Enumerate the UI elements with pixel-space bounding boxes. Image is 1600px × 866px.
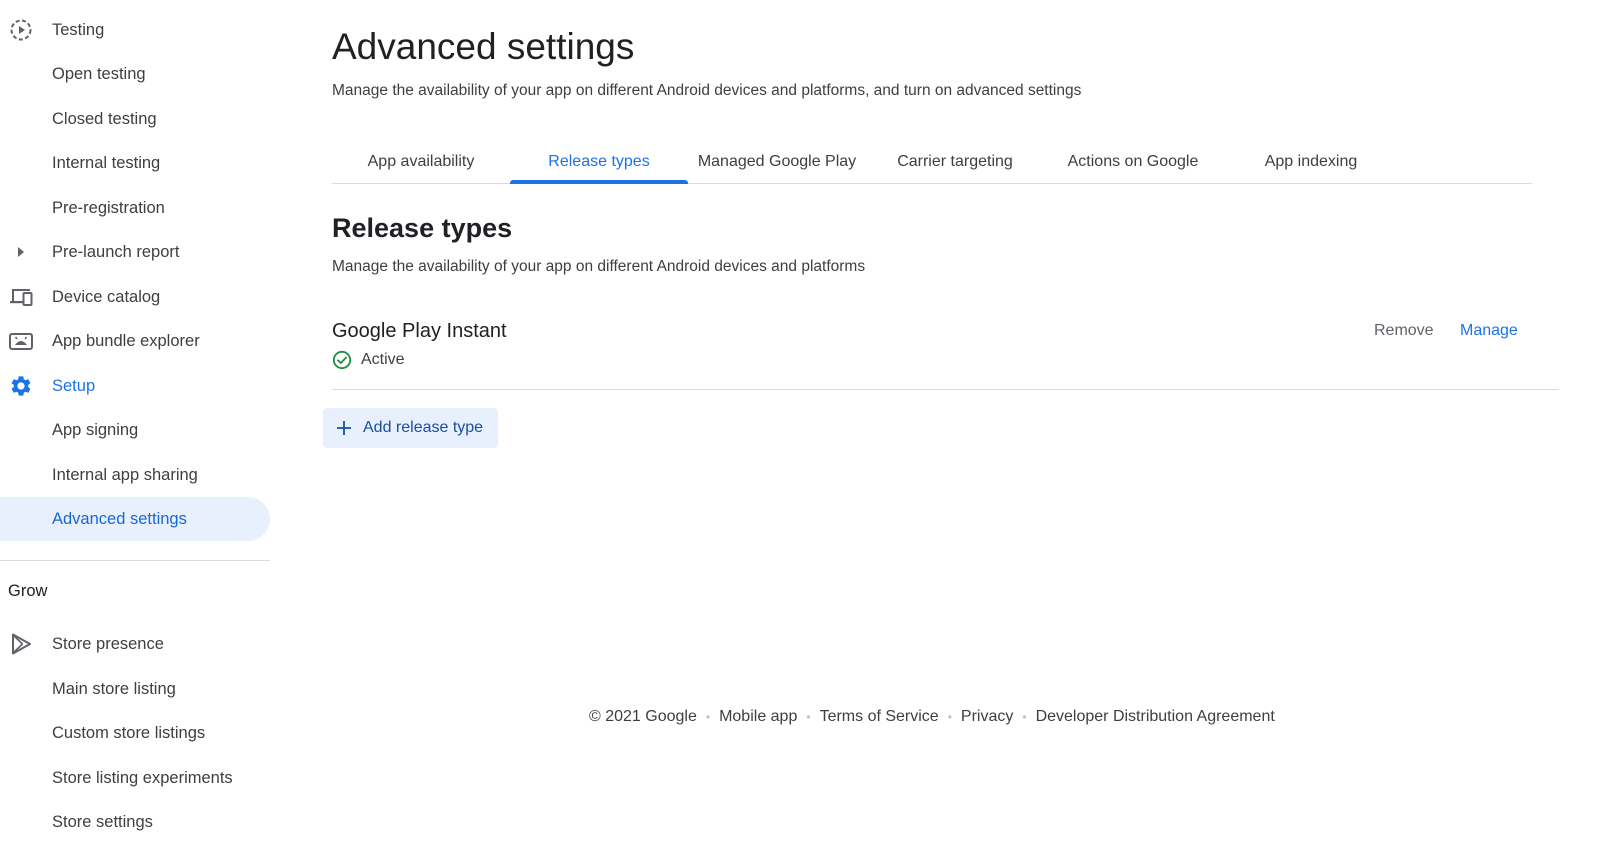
sidebar-item-pre-registration[interactable]: Pre-registration [0, 186, 270, 230]
check-circle-icon [332, 350, 352, 370]
footer: © 2021 Google • Mobile app • Terms of Se… [589, 708, 1275, 726]
sidebar-item-internal-app-sharing[interactable]: Internal app sharing [0, 453, 270, 497]
sidebar-item-app-bundle-explorer[interactable]: App bundle explorer [0, 319, 270, 363]
testing-play-icon [7, 18, 35, 42]
page-description: Manage the availability of your app on d… [332, 82, 1082, 99]
footer-link-terms-of-service[interactable]: Terms of Service [820, 708, 939, 726]
status-badge: Active [332, 350, 405, 370]
sidebar-divider [0, 560, 270, 561]
sidebar-item-store-settings[interactable]: Store settings [0, 800, 270, 844]
tab-app-indexing[interactable]: App indexing [1222, 140, 1400, 183]
tab-carrier-targeting[interactable]: Carrier targeting [866, 140, 1044, 183]
sidebar-item-internal-testing[interactable]: Internal testing [0, 141, 270, 185]
sidebar-item-setup[interactable]: Setup [0, 364, 270, 408]
tab-bar: App availability Release types Managed G… [332, 140, 1532, 184]
section-description: Manage the availability of your app on d… [332, 258, 866, 275]
sidebar-item-label: Setup [52, 377, 96, 395]
sidebar-item-closed-testing[interactable]: Closed testing [0, 97, 270, 141]
manage-button[interactable]: Manage [1460, 321, 1518, 341]
footer-separator: • [806, 710, 811, 724]
main-content: Advanced settings Manage the availabilit… [323, 0, 1562, 866]
play-store-icon [7, 632, 35, 656]
sidebar-section-grow: Grow [8, 582, 48, 600]
sidebar-item-testing[interactable]: Testing [0, 8, 270, 52]
sidebar-item-app-signing[interactable]: App signing [0, 408, 270, 452]
sidebar-item-store-listing-experiments[interactable]: Store listing experiments [0, 756, 270, 800]
sidebar-item-label: Store settings [52, 813, 153, 831]
sidebar-item-store-presence[interactable]: Store presence [0, 622, 270, 666]
add-release-type-button[interactable]: Add release type [323, 408, 498, 448]
gear-icon [7, 374, 35, 398]
add-release-type-label: Add release type [363, 419, 484, 436]
sidebar-item-device-catalog[interactable]: Device catalog [0, 275, 270, 319]
sidebar-nav: Testing Open testing Closed testing Inte… [0, 0, 270, 866]
sidebar-item-label: Testing [52, 21, 105, 39]
tab-app-availability[interactable]: App availability [332, 140, 510, 183]
sidebar-item-label: Internal app sharing [52, 466, 198, 484]
sidebar-item-label: Closed testing [52, 110, 157, 128]
footer-copyright: © 2021 Google [589, 708, 697, 725]
sidebar-item-label: Main store listing [52, 680, 176, 698]
section-title: Release types [332, 213, 513, 243]
sidebar-item-advanced-settings[interactable]: Advanced settings [0, 497, 270, 541]
tab-release-types[interactable]: Release types [510, 140, 688, 184]
sidebar-item-label: Internal testing [52, 154, 161, 172]
sidebar-item-label: App bundle explorer [52, 332, 200, 350]
footer-link-privacy[interactable]: Privacy [961, 708, 1013, 726]
sidebar-item-label: Custom store listings [52, 724, 206, 742]
footer-link-mobile-app[interactable]: Mobile app [719, 708, 797, 726]
app-page: Testing Open testing Closed testing Inte… [0, 0, 1600, 866]
page-title: Advanced settings [332, 26, 635, 67]
tab-actions-on-google[interactable]: Actions on Google [1044, 140, 1222, 183]
sidebar-item-label: Pre-launch report [52, 243, 180, 261]
sidebar-item-label: Open testing [52, 65, 146, 83]
footer-separator: • [705, 710, 711, 724]
sidebar-item-label: App signing [52, 421, 139, 439]
footer-separator: • [1022, 710, 1027, 724]
sidebar-item-label: Store listing experiments [52, 769, 233, 787]
sidebar-item-main-store-listing[interactable]: Main store listing [0, 667, 270, 711]
sidebar-item-label: Device catalog [52, 288, 161, 306]
sidebar-item-label: Advanced settings [52, 510, 187, 528]
tab-managed-google-play[interactable]: Managed Google Play [688, 140, 866, 183]
caret-right-icon[interactable] [16, 245, 26, 264]
footer-link-developer-distribution-agreement[interactable]: Developer Distribution Agreement [1036, 708, 1275, 726]
plus-icon [334, 418, 354, 438]
sidebar-item-open-testing[interactable]: Open testing [0, 52, 270, 96]
sidebar-item-label: Pre-registration [52, 199, 165, 217]
remove-button[interactable]: Remove [1374, 321, 1434, 341]
devices-icon [7, 285, 35, 309]
release-type-name: Google Play Instant [332, 320, 507, 342]
sidebar-item-custom-store-listings[interactable]: Custom store listings [0, 711, 270, 755]
sidebar-item-pre-launch-report[interactable]: Pre-launch report [0, 230, 270, 274]
sidebar-item-label: Store presence [52, 635, 164, 653]
release-type-row: Google Play Instant Active Remove Manage [332, 310, 1559, 390]
status-text: Active [361, 351, 405, 368]
footer-separator: • [947, 710, 952, 724]
android-icon [7, 329, 35, 353]
